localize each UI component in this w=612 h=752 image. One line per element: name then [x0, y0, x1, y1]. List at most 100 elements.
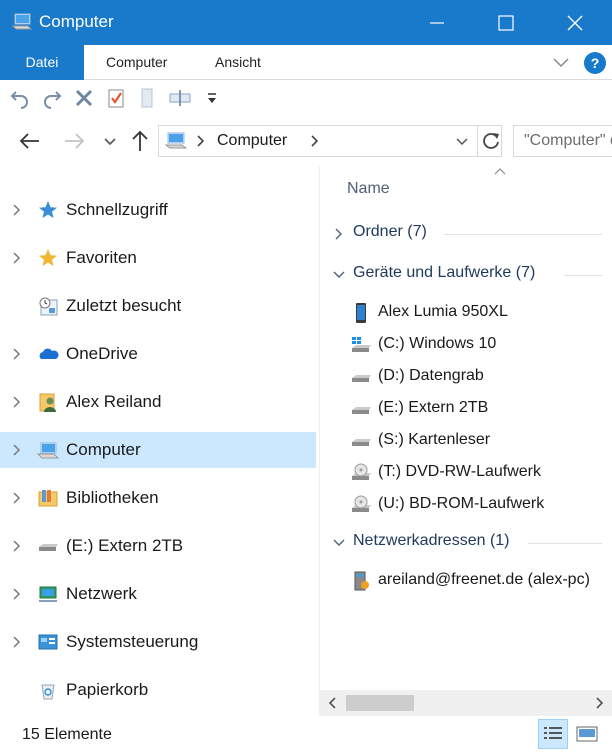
details-view-icon: [544, 727, 562, 739]
recent-locations-button[interactable]: [96, 128, 116, 154]
search-input[interactable]: [514, 126, 612, 156]
list-item[interactable]: (C:) Windows 10: [320, 330, 612, 360]
minimize-icon: [430, 22, 444, 24]
address-history-chevron-icon[interactable]: [455, 135, 469, 147]
close-icon: [567, 15, 583, 31]
content-pane: Name Ordner (7) Geräte und Laufwerke (7)…: [320, 166, 612, 686]
drive-icon: [350, 366, 372, 388]
media-server-icon: [350, 570, 372, 592]
chevron-right-icon[interactable]: [10, 491, 24, 505]
breadcrumb-separator-icon[interactable]: [309, 134, 321, 148]
computer-icon: [164, 132, 188, 150]
nav-item-systemsteuerung[interactable]: Systemsteuerung: [0, 624, 316, 660]
properties-icon[interactable]: [104, 86, 128, 110]
up-arrow-icon: [132, 130, 148, 151]
optical-drive-icon: [350, 462, 372, 484]
nav-item-computer[interactable]: Computer: [0, 432, 316, 468]
nav-item-papierkorb[interactable]: Papierkorb: [0, 672, 316, 708]
chevron-right-icon[interactable]: [10, 443, 24, 457]
star-icon: [37, 199, 59, 221]
nav-item-onedrive[interactable]: OneDrive: [0, 336, 316, 372]
group-ordner[interactable]: Ordner (7): [320, 219, 612, 249]
control-panel-icon: [37, 631, 59, 653]
chevron-right-icon[interactable]: [10, 251, 24, 265]
rename-icon[interactable]: [168, 86, 192, 110]
group-netzwerkadressen[interactable]: Netzwerkadressen (1): [320, 528, 612, 558]
list-item[interactable]: Alex Lumia 950XL: [320, 298, 612, 328]
minimize-button[interactable]: [414, 0, 460, 45]
ribbon-tabs: Datei Computer Ansicht ?: [0, 45, 612, 80]
large-icons-view-icon: [576, 726, 598, 742]
item-count: 15 Elemente: [22, 726, 112, 743]
nav-item-extern-2tb[interactable]: (E:) Extern 2TB: [0, 528, 316, 564]
horizontal-scrollbar[interactable]: [320, 690, 612, 716]
library-icon: [37, 487, 59, 509]
nav-item-bibliotheken[interactable]: Bibliotheken: [0, 480, 316, 516]
column-header-name[interactable]: Name: [347, 180, 390, 198]
tab-computer[interactable]: Computer: [84, 45, 189, 80]
tab-ansicht[interactable]: Ansicht: [193, 45, 283, 80]
list-item[interactable]: (U:) BD-ROM-Laufwerk: [320, 490, 612, 520]
group-divider: [564, 275, 602, 276]
maximize-button[interactable]: [483, 0, 529, 45]
scroll-left-icon[interactable]: [326, 696, 340, 710]
title-bar[interactable]: Computer: [0, 0, 612, 45]
chevron-right-icon[interactable]: [10, 347, 24, 361]
back-button[interactable]: [16, 128, 44, 154]
nav-item-netzwerk[interactable]: Netzwerk: [0, 576, 316, 612]
chevron-down-icon: [104, 138, 116, 146]
redo-icon[interactable]: [40, 86, 64, 110]
list-item[interactable]: (T:) DVD-RW-Laufwerk: [320, 458, 612, 488]
list-item[interactable]: areiland@freenet.de (alex-pc): [320, 566, 612, 596]
chevron-right-icon[interactable]: [10, 635, 24, 649]
chevron-down-icon: [333, 271, 345, 278]
customize-dropdown-icon[interactable]: [200, 86, 224, 110]
nav-item-schnellzugriff[interactable]: Schnellzugriff: [0, 192, 316, 228]
recent-icon: [37, 295, 59, 317]
chevron-right-icon[interactable]: [10, 539, 24, 553]
computer-icon: [36, 439, 60, 461]
refresh-icon: [483, 133, 499, 149]
drive-icon: [350, 430, 372, 452]
up-button[interactable]: [126, 128, 154, 154]
address-row: Computer: [0, 116, 612, 166]
close-button[interactable]: [552, 0, 598, 45]
new-folder-icon[interactable]: [136, 86, 160, 110]
scrollbar-thumb[interactable]: [346, 695, 414, 711]
help-button[interactable]: ?: [584, 52, 606, 74]
search-box[interactable]: [513, 125, 612, 157]
window-title: Computer: [39, 12, 114, 31]
quick-access-toolbar: [0, 80, 612, 116]
list-item[interactable]: (E:) Extern 2TB: [320, 394, 612, 424]
nav-item-alex-reiland[interactable]: Alex Reiland: [0, 384, 316, 420]
refresh-button[interactable]: [477, 126, 503, 156]
tab-datei[interactable]: Datei: [0, 45, 84, 80]
sort-ascending-icon: [494, 168, 506, 175]
forward-button[interactable]: [60, 128, 88, 154]
group-geraete-und-laufwerke[interactable]: Geräte und Laufwerke (7): [320, 260, 612, 290]
forward-arrow-icon: [65, 133, 85, 149]
chevron-right-icon[interactable]: [10, 395, 24, 409]
undo-icon[interactable]: [8, 86, 32, 110]
navigation-pane: Schnellzugriff Favoriten Zuletzt besucht…: [0, 166, 320, 716]
nav-item-favoriten[interactable]: Favoriten: [0, 240, 316, 276]
chevron-right-icon[interactable]: [10, 203, 24, 217]
expand-ribbon-chevron-icon[interactable]: [552, 55, 570, 69]
scroll-right-icon[interactable]: [592, 696, 606, 710]
chevron-right-icon[interactable]: [10, 587, 24, 601]
group-divider: [444, 234, 602, 235]
address-bar[interactable]: Computer: [158, 125, 502, 157]
maximize-icon: [498, 15, 514, 31]
nav-item-zuletzt-besucht[interactable]: Zuletzt besucht: [0, 288, 316, 324]
list-item[interactable]: (D:) Datengrab: [320, 362, 612, 392]
list-item[interactable]: (S:) Kartenleser: [320, 426, 612, 456]
computer-icon: [11, 13, 33, 31]
details-view-button[interactable]: [538, 719, 568, 749]
group-divider: [528, 543, 602, 544]
delete-icon[interactable]: [72, 86, 96, 110]
large-icons-view-button[interactable]: [572, 719, 602, 749]
breadcrumb-separator-icon[interactable]: [195, 134, 207, 148]
network-icon: [37, 583, 59, 605]
recycle-bin-icon: [37, 679, 59, 701]
breadcrumb-computer[interactable]: Computer: [217, 132, 287, 150]
